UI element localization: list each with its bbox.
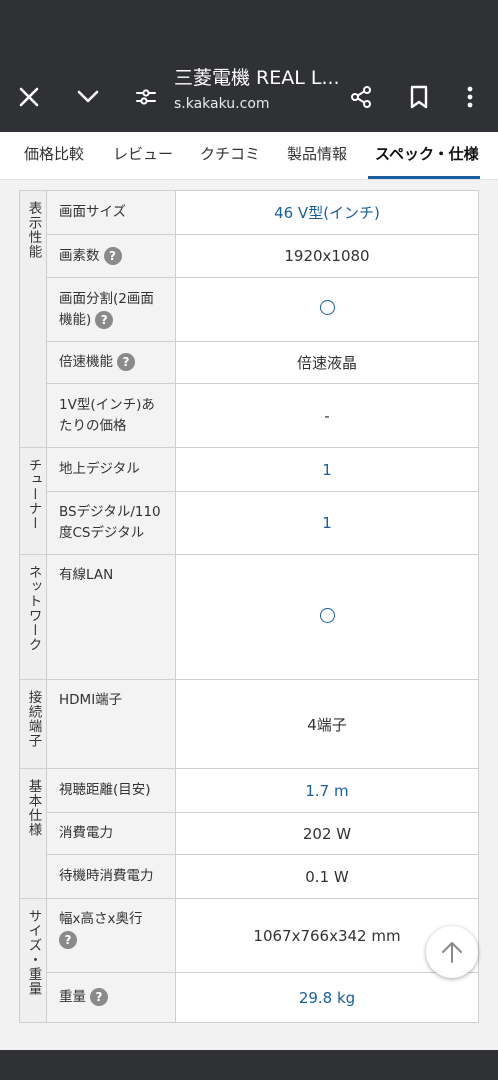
spec-value-link[interactable] (175, 277, 479, 342)
help-icon[interactable]: ? (103, 246, 122, 265)
scroll-to-top-button[interactable] (426, 926, 478, 978)
table-row: 画面分割(2画面機能)? (20, 277, 479, 342)
category-label: ネットワーク (25, 565, 42, 652)
spec-value: 0.1 W (175, 854, 479, 899)
spec-label: 有線LAN (46, 554, 176, 680)
table-row: 画素数? 1920x1080 (20, 234, 479, 278)
table-row: 倍速機能? 倍速液晶 (20, 341, 479, 384)
active-tab-indicator (368, 176, 480, 179)
table-row: BSデジタル/110度CSデジタル 1 (20, 491, 479, 555)
page-url: s.kakaku.com (174, 96, 270, 112)
help-icon[interactable]: ? (95, 310, 114, 329)
page-info-icon[interactable] (126, 77, 166, 117)
spec-label: 待機時消費電力 (46, 854, 176, 899)
tab-product-info[interactable]: 製品情報 (287, 132, 347, 180)
spec-label: 1V型(インチ)あたりの価格 (46, 383, 176, 448)
help-icon[interactable]: ? (117, 353, 135, 371)
spec-value: 4端子 (175, 679, 479, 769)
spec-value-link[interactable]: 1 (175, 447, 479, 492)
spec-label: 消費電力 (46, 812, 176, 855)
page-title: 三菱電機 REAL L... (174, 67, 340, 89)
table-row: 待機時消費電力 0.1 W (20, 854, 479, 899)
tab-kuchikomi[interactable]: クチコミ (200, 132, 260, 180)
spec-content: 表示性能 画面サイズ 46 V型(インチ) 画素数? 1920x1080 画面分… (0, 180, 498, 1050)
spec-label: BSデジタル/110度CSデジタル (46, 491, 176, 555)
category-cell: チューナー (19, 447, 47, 555)
spec-value-link[interactable]: 29.8 kg (175, 972, 479, 1023)
available-circle-icon (319, 607, 335, 623)
category-cell: ネットワーク (19, 554, 47, 680)
spec-value-link[interactable] (175, 554, 479, 680)
tab-bar: 価格比較 レビュー クチコミ 製品情報 スペック・仕様 (0, 132, 498, 180)
spec-table: 表示性能 画面サイズ 46 V型(インチ) 画素数? 1920x1080 画面分… (19, 190, 479, 1023)
category-cell: 表示性能 (19, 190, 47, 448)
spec-value: 202 W (175, 812, 479, 855)
spec-value-link[interactable]: 46 V型(インチ) (175, 190, 479, 235)
table-row: 基本仕様 視聴距離(目安) 1.7 m (19, 768, 479, 899)
bottom-nav-bar (0, 1050, 498, 1080)
table-row: 重量? 29.8 kg (20, 972, 479, 1023)
category-label: サイズ・重量 (25, 909, 42, 996)
help-icon[interactable]: ? (90, 988, 108, 1006)
table-row: 表示性能 画面サイズ 46 V型(インチ) (19, 190, 479, 448)
table-row: サイズ・重量 幅x高さx奥行? 1067x766x342 mm (19, 898, 479, 1023)
spec-label: 画面分割(2画面機能)? (46, 277, 176, 342)
close-icon[interactable] (9, 77, 49, 117)
spec-value-link[interactable]: 1 (175, 491, 479, 555)
spec-value: 1920x1080 (175, 234, 479, 278)
table-row: ネットワーク 有線LAN (19, 554, 479, 680)
share-icon[interactable] (341, 77, 381, 117)
table-row: 接続端子 HDMI端子 4端子 (19, 679, 479, 769)
status-bar (0, 0, 498, 62)
spec-label: HDMI端子 (46, 679, 176, 769)
available-circle-icon (319, 300, 335, 315)
spec-value: - (175, 383, 479, 448)
category-cell: サイズ・重量 (19, 898, 47, 1023)
category-label: 接続端子 (25, 690, 42, 748)
more-vert-icon[interactable] (450, 77, 490, 117)
spec-label: 画素数? (46, 234, 176, 278)
table-row: 消費電力 202 W (20, 812, 479, 855)
tab-review[interactable]: レビュー (113, 132, 173, 180)
arrow-up-icon (442, 942, 462, 963)
spec-label: 倍速機能? (46, 341, 176, 384)
browser-toolbar: 三菱電機 REAL L... s.kakaku.com (0, 62, 498, 132)
spec-label: 幅x高さx奥行? (46, 898, 176, 973)
category-label: 基本仕様 (25, 779, 42, 837)
category-cell: 基本仕様 (19, 768, 47, 899)
spec-label: 地上デジタル (46, 447, 176, 492)
spec-label: 画面サイズ (46, 190, 176, 235)
spec-value: 倍速液晶 (175, 341, 479, 384)
chevron-down-icon[interactable] (68, 77, 108, 117)
bookmark-icon[interactable] (399, 77, 439, 117)
spec-label: 視聴距離(目安) (46, 768, 176, 813)
table-row: 1V型(インチ)あたりの価格 - (20, 383, 479, 448)
spec-value-link[interactable]: 1.7 m (175, 768, 479, 813)
table-row: チューナー 地上デジタル 1 (19, 447, 479, 555)
tab-spec[interactable]: スペック・仕様 (375, 132, 479, 180)
tab-price-compare[interactable]: 価格比較 (24, 132, 84, 180)
category-label: 表示性能 (25, 201, 42, 259)
category-label: チューナー (25, 458, 42, 531)
page-title-block[interactable]: 三菱電機 REAL L... s.kakaku.com (174, 64, 344, 114)
spec-label: 重量? (46, 972, 176, 1023)
help-icon[interactable]: ? (59, 931, 77, 949)
category-cell: 接続端子 (19, 679, 47, 769)
